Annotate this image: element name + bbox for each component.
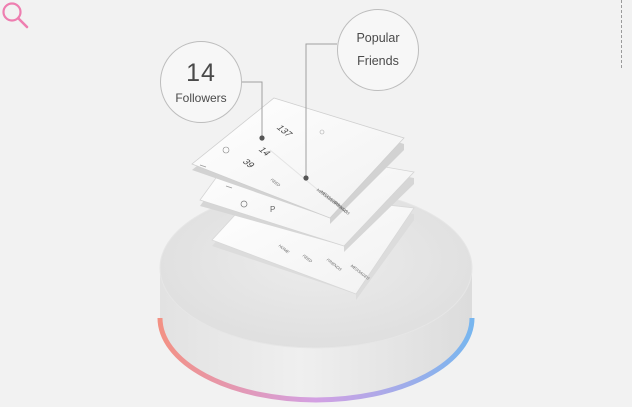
popular-friends-callout: Popular Friends (337, 9, 419, 91)
dashed-divider (621, 0, 622, 68)
followers-label: Followers (175, 91, 227, 105)
followers-count: 14 (186, 59, 216, 87)
followers-callout: 14 Followers (160, 41, 242, 123)
illustration-stage: 14 137 39 FEED MESSAGES FRIENDS MESSAGES… (0, 0, 632, 407)
popular-marker (303, 175, 309, 181)
search-icon[interactable] (0, 0, 30, 30)
popular-label: Popular (356, 31, 400, 45)
platform-illustration: 14 137 39 FEED MESSAGES FRIENDS MESSAGES… (157, 43, 475, 403)
middle-card-profile-glyph: P (270, 205, 275, 214)
friends-label: Friends (357, 54, 399, 68)
followers-marker (259, 135, 265, 141)
